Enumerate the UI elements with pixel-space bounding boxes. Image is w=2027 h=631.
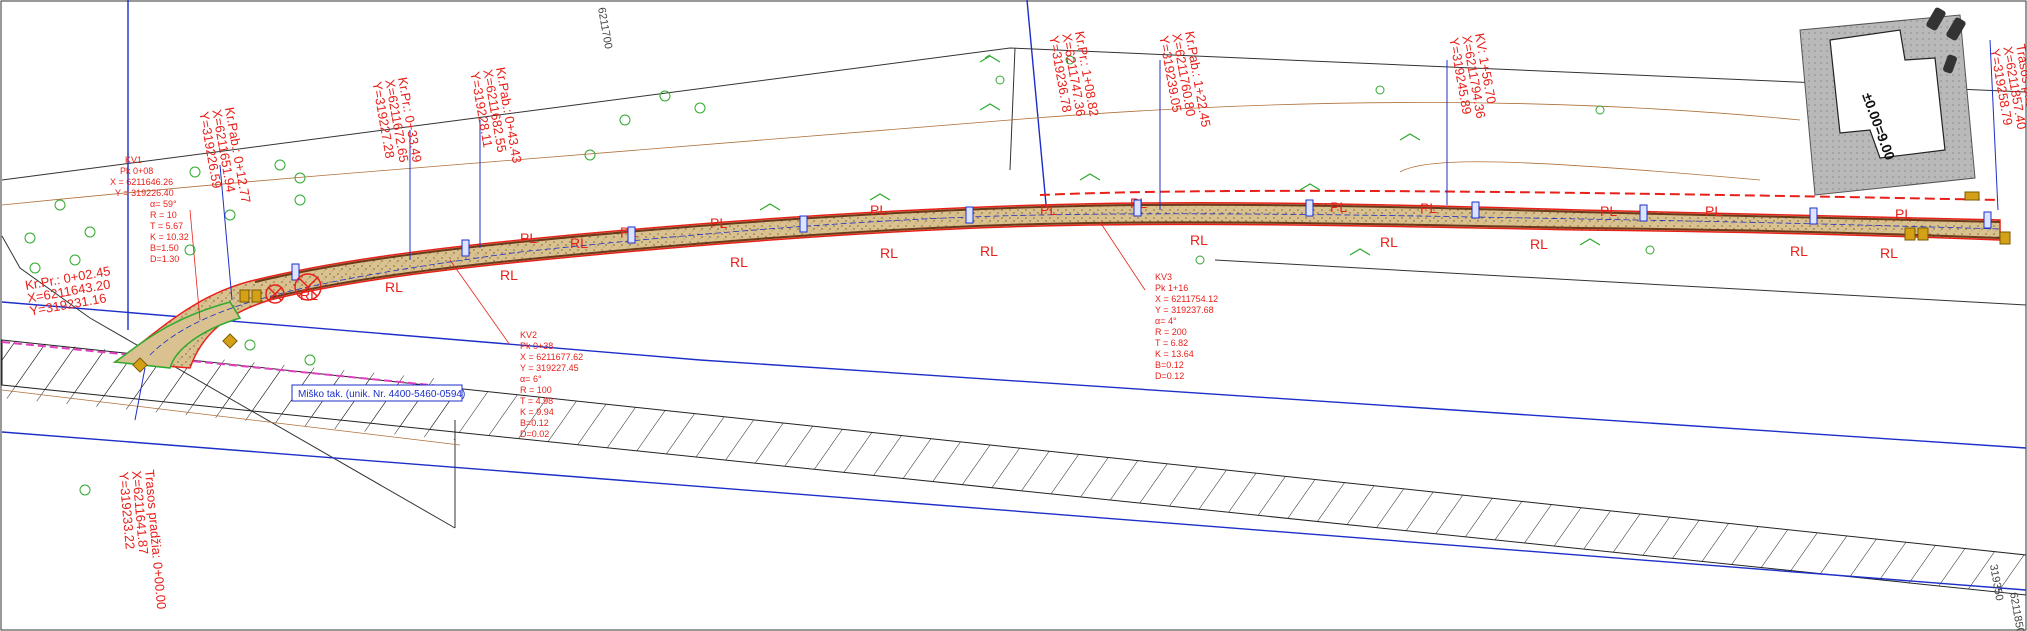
svg-text:T = 5.67: T = 5.67 (150, 221, 183, 231)
svg-text:PL: PL (1705, 203, 1722, 219)
svg-text:RL: RL (570, 235, 588, 251)
building: ±0.00=9.00 (1799, 7, 1976, 196)
svg-text:RL: RL (1380, 234, 1398, 250)
svg-text:R = 100: R = 100 (520, 385, 552, 395)
svg-text:T = 6.82: T = 6.82 (1155, 338, 1188, 348)
svg-text:PL: PL (1420, 200, 1437, 216)
svg-text:Miško tak. (unik. Nr. 4400-546: Miško tak. (unik. Nr. 4400-5460-0594) (298, 389, 465, 400)
svg-text:Pk 0+38: Pk 0+38 (520, 341, 553, 351)
svg-text:RL: RL (1790, 243, 1808, 259)
svg-text:RL: RL (880, 245, 898, 261)
svg-text:RL: RL (385, 279, 403, 295)
svg-text:PL: PL (710, 215, 727, 231)
svg-text:RL: RL (980, 243, 998, 259)
svg-text:D=0.02: D=0.02 (520, 429, 549, 439)
svg-text:PL: PL (1895, 206, 1912, 222)
svg-text:PL: PL (1040, 202, 1057, 218)
svg-text:X = 6211677.62: X = 6211677.62 (520, 352, 583, 362)
svg-text:RL: RL (730, 254, 748, 270)
svg-text:X = 6211754.12: X = 6211754.12 (1155, 294, 1218, 304)
svg-text:Pk 1+16: Pk 1+16 (1155, 283, 1188, 293)
svg-text:PL: PL (870, 202, 887, 218)
svg-text:PL: PL (1330, 199, 1347, 215)
svg-text:KV1: KV1 (125, 155, 142, 165)
svg-text:KV3: KV3 (1155, 272, 1172, 282)
svg-text:α= 6°: α= 6° (520, 374, 542, 384)
svg-text:Pk 0+08: Pk 0+08 (120, 166, 153, 176)
svg-text:α= 59°: α= 59° (150, 199, 177, 209)
svg-text:K = 9.94: K = 9.94 (520, 407, 554, 417)
svg-text:K = 10.32: K = 10.32 (150, 232, 189, 242)
svg-text:T = 4.98: T = 4.98 (520, 396, 553, 406)
svg-text:α= 4°: α= 4° (1155, 316, 1177, 326)
svg-text:Y = 319237.68: Y = 319237.68 (1155, 305, 1214, 315)
svg-text:RL: RL (1530, 236, 1548, 252)
svg-text:B=0.12: B=0.12 (520, 418, 549, 428)
forest-callout: Miško tak. (unik. Nr. 4400-5460-0594) (291, 384, 465, 402)
svg-text:Y = 319226.40: Y = 319226.40 (115, 188, 174, 198)
svg-text:PL: PL (520, 230, 537, 246)
svg-text:RL: RL (1190, 232, 1208, 248)
svg-text:B=1.50: B=1.50 (150, 243, 179, 253)
svg-text:B=0.12: B=0.12 (1155, 360, 1184, 370)
svg-text:D=1.30: D=1.30 (150, 254, 179, 264)
site-plan-drawing: ±0.00=9.00 RL RL RL RL RL RL RL RL RL RL… (0, 0, 2027, 631)
svg-text:Y = 319227.45: Y = 319227.45 (520, 363, 579, 373)
svg-text:RL: RL (1880, 245, 1898, 261)
svg-text:D=0.12: D=0.12 (1155, 371, 1184, 381)
svg-text:R = 200: R = 200 (1155, 327, 1187, 337)
svg-text:K = 13.64: K = 13.64 (1155, 349, 1194, 359)
svg-text:PL: PL (1600, 203, 1617, 219)
svg-text:KV2: KV2 (520, 330, 537, 340)
svg-text:R = 10: R = 10 (150, 210, 177, 220)
svg-text:X = 6211646.26: X = 6211646.26 (110, 177, 173, 187)
svg-text:RL: RL (500, 267, 518, 283)
